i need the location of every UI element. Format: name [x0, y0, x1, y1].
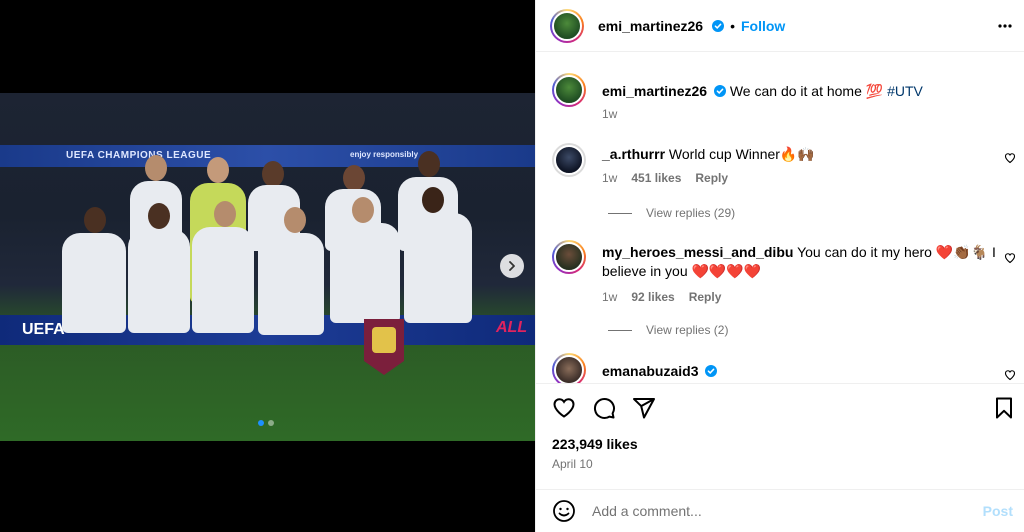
player-head [262, 161, 284, 187]
author-username[interactable]: emi_martinez26 [598, 18, 703, 34]
view-replies-label: View replies (2) [646, 323, 729, 337]
player-head [145, 155, 167, 181]
view-replies-button[interactable]: View replies (29) [608, 206, 735, 220]
comment-username[interactable]: my_heroes_messi_and_dibu [602, 244, 793, 260]
carousel-dot [258, 420, 264, 426]
replies-divider [608, 212, 632, 214]
author-avatar[interactable] [550, 9, 584, 43]
next-media-button[interactable] [500, 254, 524, 278]
player [192, 227, 254, 333]
caption-username[interactable]: emi_martinez26 [602, 83, 707, 99]
comment-time[interactable]: 1w [602, 171, 617, 185]
comment-reply-button[interactable]: Reply [695, 171, 728, 185]
save-icon[interactable] [992, 396, 1016, 420]
like-comment-icon[interactable] [1004, 152, 1016, 164]
player-head [84, 207, 106, 233]
caption-time[interactable]: 1w [602, 107, 617, 121]
board-text-left: UEFA [22, 321, 65, 338]
like-icon[interactable] [552, 396, 576, 420]
comment-input[interactable] [592, 500, 972, 522]
comment-username[interactable]: _a.rthurrr [602, 146, 665, 162]
comment-username[interactable]: emanabuzaid3 [602, 363, 698, 379]
post-header: emi_martinez26 • Follow [536, 0, 1024, 52]
follow-button[interactable]: Follow [741, 18, 785, 34]
player [258, 233, 324, 335]
post-photo[interactable]: UEFA CHAMPIONS LEAGUE enjoy responsibly … [0, 93, 535, 441]
comment-avatar[interactable] [552, 240, 586, 274]
player-head [207, 157, 229, 183]
player [404, 213, 472, 323]
player-head [418, 151, 440, 177]
post-sidebar: emi_martinez26 • Follow emi_martinez26 W… [535, 0, 1024, 532]
post-media: UEFA CHAMPIONS LEAGUE enjoy responsibly … [0, 0, 535, 532]
player-head [148, 203, 170, 229]
post-date[interactable]: April 10 [552, 457, 593, 471]
comment-avatar[interactable] [552, 353, 586, 383]
caption-avatar[interactable] [552, 73, 586, 107]
post-actions [536, 383, 1024, 431]
replies-divider [608, 329, 632, 331]
carousel-dot [268, 420, 274, 426]
comment-likes[interactable]: 451 likes [631, 171, 681, 185]
comment-time[interactable]: 1w [602, 290, 617, 304]
like-comment-icon[interactable] [1004, 252, 1016, 264]
banner-text-left: UEFA CHAMPIONS LEAGUE [66, 150, 212, 161]
banner-text-right: enjoy responsibly [350, 150, 419, 159]
player [330, 223, 400, 323]
comment-reply-button[interactable]: Reply [689, 290, 722, 304]
caption-text: We can do it at home 💯 [729, 83, 884, 99]
player-head [352, 197, 374, 223]
separator-dot: • [730, 18, 735, 34]
player [62, 233, 126, 333]
comment-likes[interactable]: 92 likes [631, 290, 674, 304]
more-options-icon[interactable] [997, 18, 1013, 34]
comments-section[interactable]: emi_martinez26 We can do it at home 💯 #U… [536, 53, 1024, 383]
player-head [284, 207, 306, 233]
player [128, 229, 190, 333]
comment-icon[interactable] [592, 396, 616, 420]
player-head [343, 165, 365, 191]
emoji-icon[interactable] [552, 499, 576, 523]
player-head [422, 187, 444, 213]
view-replies-label: View replies (29) [646, 206, 736, 220]
like-comment-icon[interactable] [1004, 369, 1016, 381]
verified-icon [712, 20, 725, 32]
comment-avatar[interactable] [552, 143, 586, 177]
comment-text: World cup Winner🔥🙌🏾 [668, 146, 815, 162]
likes-count[interactable]: 223,949 likes [552, 436, 638, 452]
add-comment-bar: Post [536, 489, 1024, 532]
caption-hashtag[interactable]: #UTV [887, 83, 923, 99]
board-text-right: ALL [496, 319, 528, 336]
chevron-right-icon [509, 261, 515, 271]
verified-icon [713, 85, 726, 97]
post-comment-button[interactable]: Post [983, 503, 1013, 519]
player-head [214, 201, 236, 227]
carousel-indicator [258, 420, 274, 426]
view-replies-button[interactable]: View replies (2) [608, 323, 728, 337]
pennant-crest [372, 327, 396, 353]
share-icon[interactable] [632, 396, 656, 420]
verified-icon [705, 365, 718, 377]
